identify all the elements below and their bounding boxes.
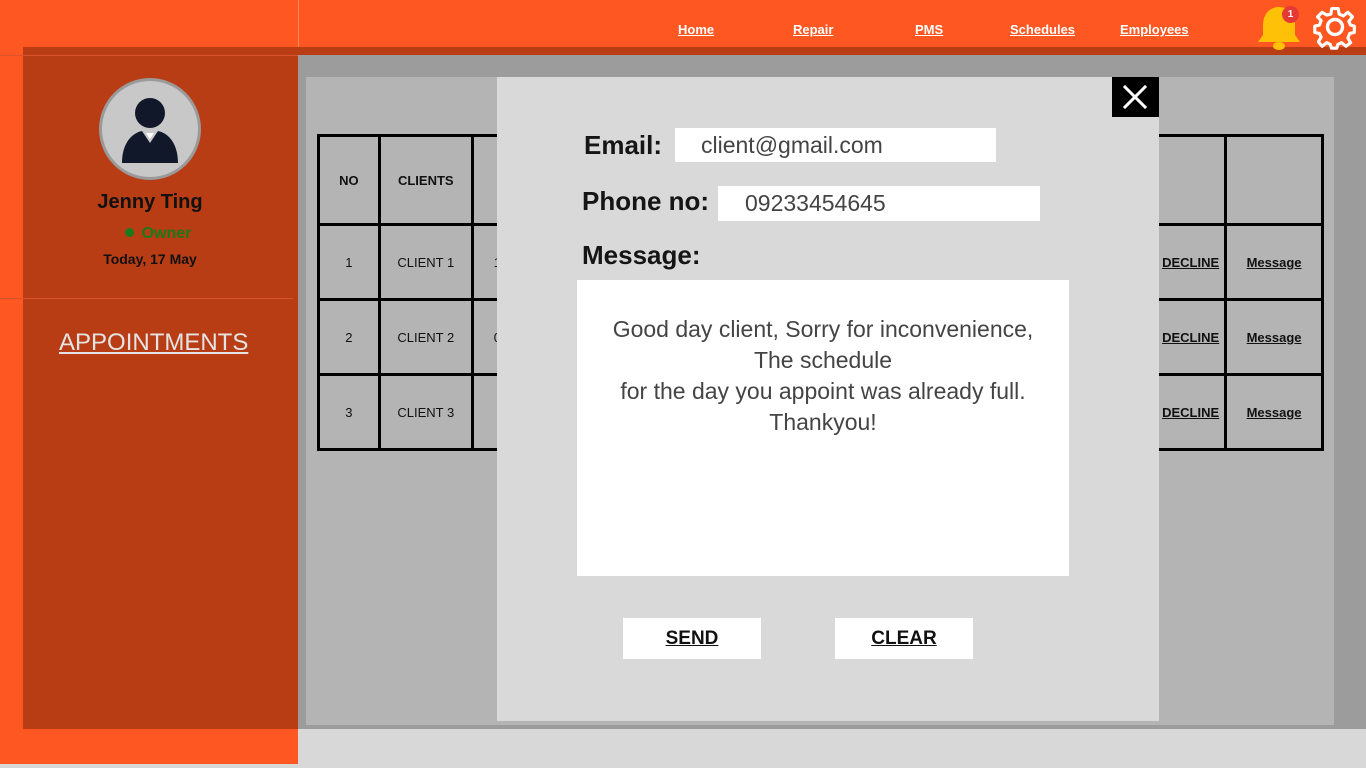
send-button[interactable]: SEND (623, 618, 761, 659)
decline-link[interactable]: DECLINE (1154, 373, 1228, 451)
message-link[interactable]: Message (1224, 298, 1324, 376)
online-status-icon (124, 228, 134, 238)
nav-repair[interactable]: Repair (793, 22, 833, 37)
cell-client: CLIENT 1 (377, 223, 474, 301)
message-link[interactable]: Message (1224, 373, 1324, 451)
nav-employees[interactable]: Employees (1120, 22, 1189, 37)
email-field[interactable]: client@gmail.com (675, 128, 996, 162)
topbar-divider (298, 0, 299, 47)
phone-field[interactable]: 09233454645 (718, 186, 1040, 221)
sidebar-divider (0, 298, 293, 299)
profile-name: Jenny Ting (97, 191, 203, 213)
close-icon (1122, 84, 1148, 110)
nav-home[interactable]: Home (678, 22, 714, 37)
decline-link[interactable]: DECLINE (1154, 223, 1228, 301)
message-link[interactable]: Message (1224, 223, 1324, 301)
cell-client: CLIENT 2 (377, 298, 474, 376)
sidebar-divider-top (0, 55, 298, 56)
role-status: Owner (23, 225, 293, 243)
cell-no: 3 (317, 373, 381, 451)
clear-button[interactable]: CLEAR (835, 618, 973, 659)
nav-schedules[interactable]: Schedules (1010, 22, 1075, 37)
current-date: Today, 17 May (103, 251, 197, 267)
cell-no: 1 (317, 223, 381, 301)
email-label: Email: (584, 130, 663, 160)
column-header-decline (1154, 134, 1228, 226)
column-header-clients: CLIENTS (377, 134, 474, 226)
phone-label: Phone no: (582, 186, 710, 216)
column-header-message (1224, 134, 1324, 226)
role-label: Owner (141, 225, 192, 242)
decline-link[interactable]: DECLINE (1154, 298, 1228, 376)
user-icon (122, 98, 178, 163)
message-label: Message: (582, 240, 701, 270)
gear-icon[interactable] (1312, 4, 1358, 50)
cell-client: CLIENT 3 (377, 373, 474, 451)
message-textarea[interactable]: Good day client, Sorry for inconvenience… (577, 280, 1069, 576)
topbar-underline (298, 47, 1366, 55)
column-header-no: NO (317, 134, 381, 226)
avatar (99, 78, 201, 180)
close-button[interactable] (1112, 77, 1159, 117)
notification-badge: 1 (1282, 6, 1299, 23)
sidebar-item-appointments[interactable]: APPOINTMENTS (59, 329, 248, 357)
cell-no: 2 (317, 298, 381, 376)
nav-pms[interactable]: PMS (915, 22, 943, 37)
